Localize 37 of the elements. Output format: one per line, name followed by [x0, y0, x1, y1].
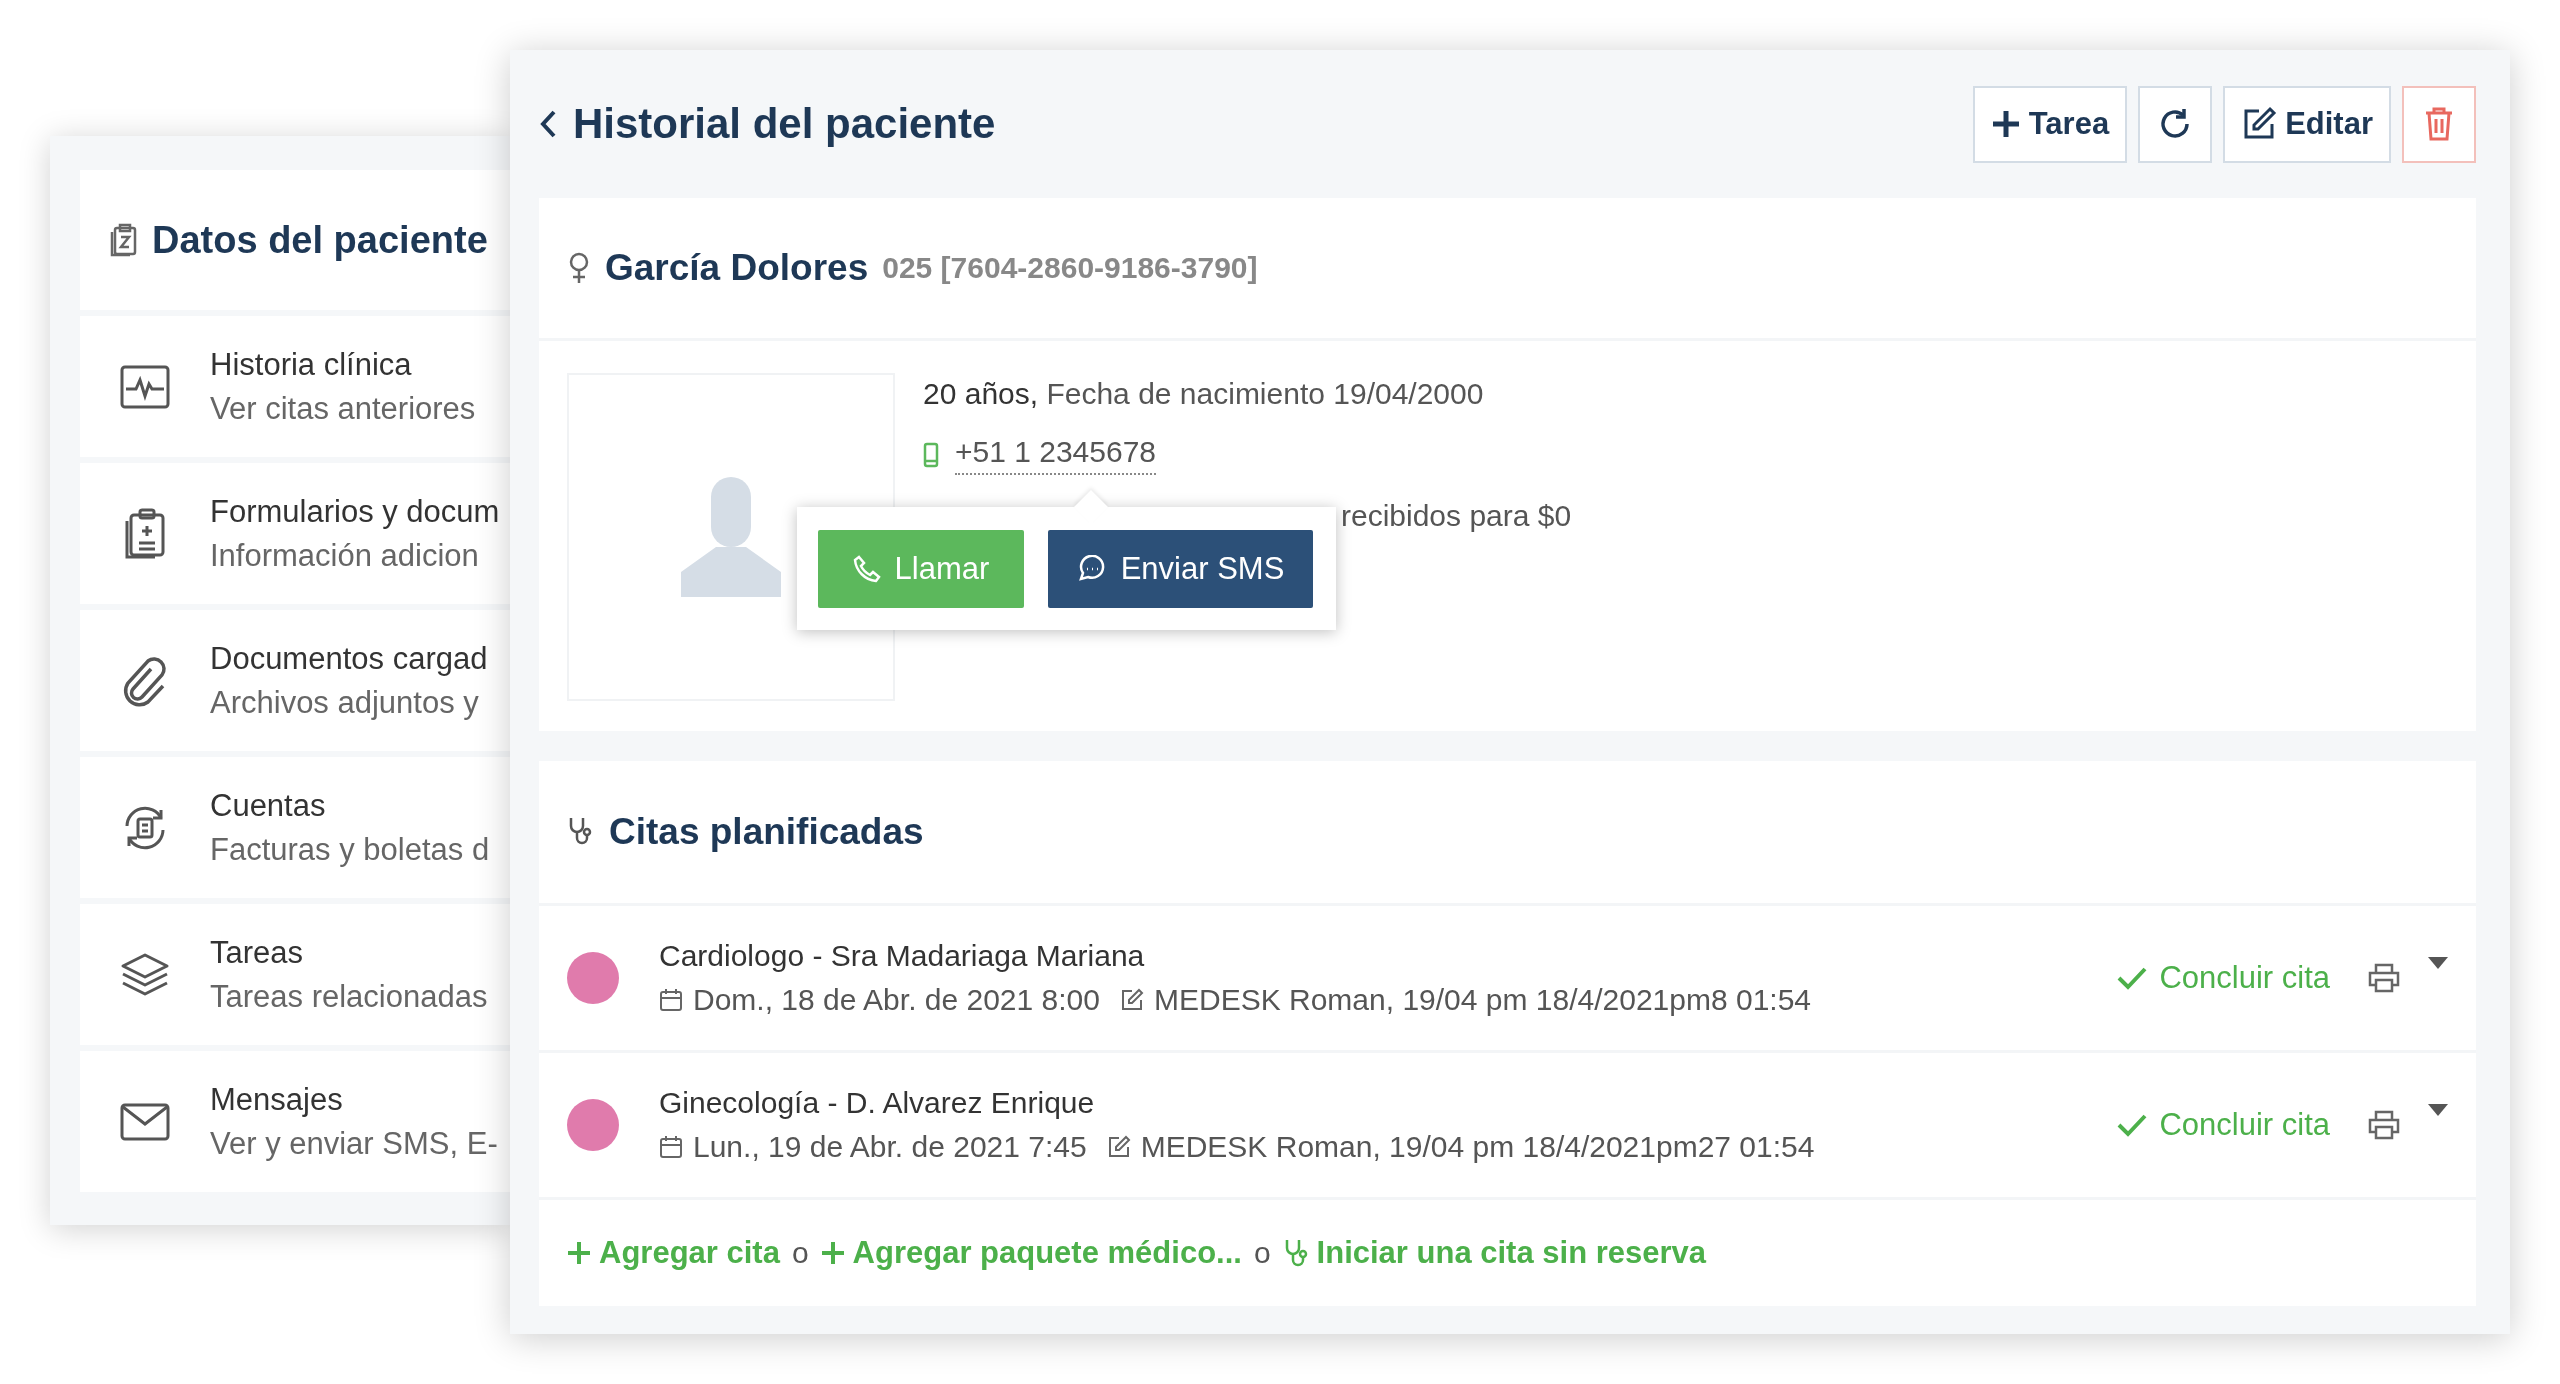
item-subtitle: Archivos adjuntos y [210, 684, 480, 721]
sidebar-item[interactable]: Mensajes Ver y enviar SMS, E- [80, 1051, 510, 1192]
separator-text: o [791, 1236, 809, 1270]
item-title: Documentos cargad [210, 640, 488, 677]
appointment-date: Dom., 18 de Abr. de 2021 8:00 [693, 983, 1100, 1017]
item-subtitle: Información adicion [210, 537, 480, 574]
appointment-title: Cardiologo - Sra Madariaga Mariana [659, 939, 1146, 973]
add-task-button[interactable]: Tarea [1972, 85, 2128, 163]
phone-link[interactable]: +51 1 2345678 [955, 435, 1157, 475]
page-title: Historial del paciente [573, 100, 996, 148]
appointment-author: MEDESK Roman, 19/04 pm 18/4/2021pm27 01:54 [1140, 1130, 1815, 1164]
sidebar-item[interactable]: Cuentas Facturas y boletas d [80, 757, 510, 898]
appointment-author: MEDESK Roman, 19/04 pm 18/4/2021pm8 01:54 [1153, 983, 1812, 1017]
sidebar-item[interactable]: Formularios y docum Información adicion [80, 463, 510, 604]
item-subtitle: Ver y enviar SMS, E- [210, 1125, 498, 1162]
item-title: Tareas [210, 934, 305, 971]
item-title: Cuentas [210, 787, 327, 824]
send-sms-button[interactable]: Enviar SMS [1048, 529, 1313, 608]
sidebar-item[interactable]: Historia clínica Ver citas anteriores [80, 316, 510, 457]
appointment-title: Ginecología - D. Alvarez Enrique [659, 1086, 1096, 1120]
item-subtitle: Tareas relacionadas [210, 978, 488, 1015]
patient-age-birthdate: 20 años, Fecha de nacimiento 19/04/2000 [923, 377, 1484, 411]
item-subtitle: Facturas y boletas d [210, 831, 490, 868]
balance-text: recibidos para $0 [1340, 499, 1572, 533]
sidebar-item[interactable]: Documentos cargad Archivos adjuntos y [80, 610, 510, 751]
item-subtitle: Ver citas anteriores [210, 390, 476, 427]
separator-text: o [1253, 1236, 1271, 1270]
item-title: Formularios y docum [210, 493, 500, 530]
patient-name: García Dolores [605, 247, 869, 289]
item-title: Historia clínica [210, 346, 413, 383]
patient-record-number: 025 [7604-2860-9186-3790] [882, 251, 1258, 285]
panel-title: Datos del paciente [152, 218, 488, 262]
appointment-date: Lun., 19 de Abr. de 2021 7:45 [693, 1130, 1087, 1164]
edit-button[interactable]: Editar [2223, 85, 2391, 163]
sidebar-item[interactable]: Tareas Tareas relacionadas [80, 904, 510, 1045]
section-title: Citas planificadas [609, 811, 924, 853]
item-title: Mensajes [210, 1081, 344, 1118]
